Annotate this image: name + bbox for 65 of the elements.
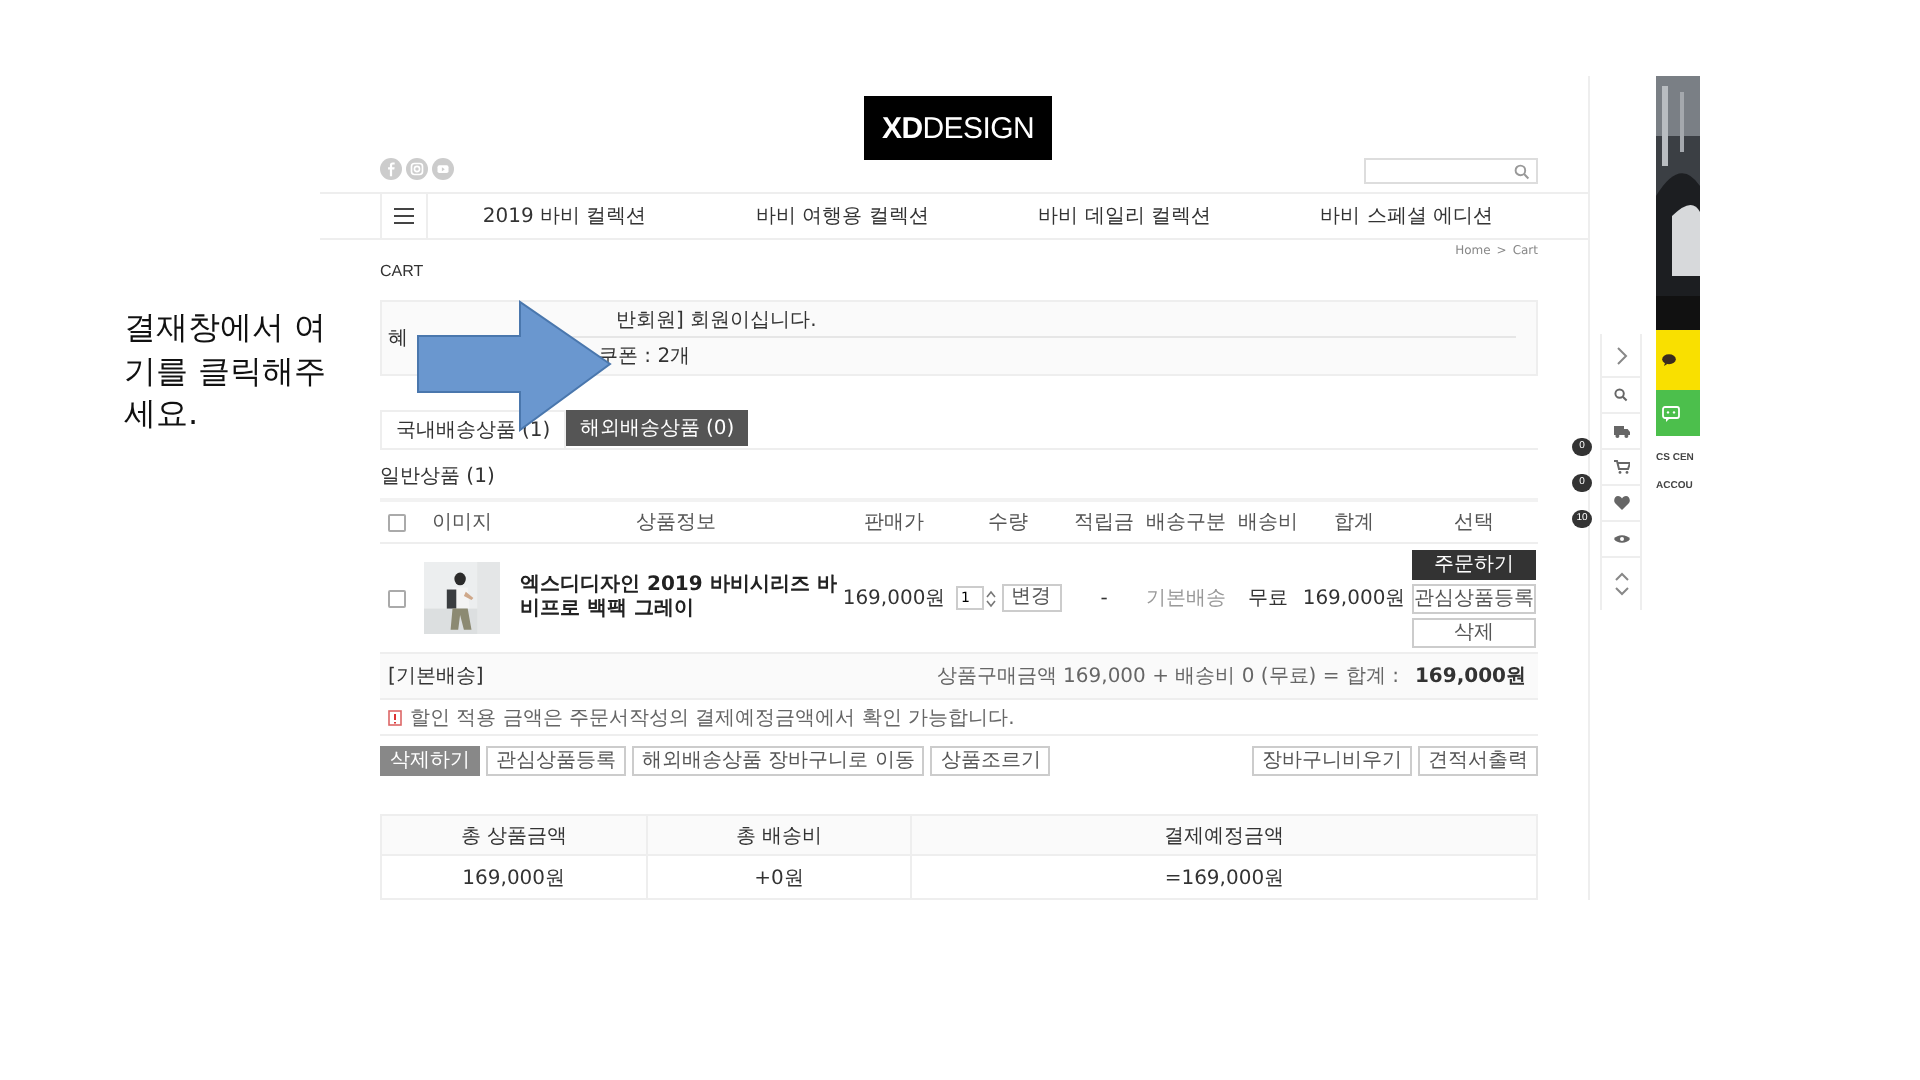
search-field[interactable]	[1364, 158, 1538, 184]
summary-value: =169,000원	[1164, 865, 1285, 891]
talk-banner[interactable]	[1656, 390, 1700, 436]
subtotal-amount: 169,000원	[1414, 664, 1526, 690]
delivery-group-label: [기본배송]	[388, 664, 484, 690]
price-text: 169,000원	[842, 586, 946, 612]
summary-header: 결제예정금액	[1164, 823, 1285, 849]
row-checkbox[interactable]	[387, 589, 405, 607]
nav-link[interactable]: 바비 여행용 컬렉션	[755, 202, 929, 230]
cart-action-button[interactable]: 장바구니비우기	[1252, 746, 1412, 776]
column-header: 상품정보	[636, 510, 716, 536]
eye-icon[interactable]	[1613, 534, 1629, 544]
row-action-button[interactable]: 관심상품등록	[1412, 583, 1536, 613]
cart-icon[interactable]	[1613, 460, 1629, 474]
column-header: 선택	[1454, 510, 1494, 536]
column-header: 판매가	[864, 510, 924, 536]
cart-action-button[interactable]: 해외배송상품 장바구니로 이동	[632, 746, 925, 776]
nav-link[interactable]: 2019 바비 컬렉션	[482, 202, 647, 230]
menu-button[interactable]	[380, 194, 428, 238]
chevron-right-icon[interactable]	[1615, 345, 1627, 365]
section-title: 일반상품 (1)	[380, 464, 497, 490]
nav-link[interactable]: 바비 스페셜 에디션	[1320, 202, 1494, 230]
column-header: 수량	[988, 510, 1028, 536]
delivery-tab[interactable]: 해외배송상품 (0)	[566, 410, 748, 446]
row-action-button[interactable]: 주문하기	[1412, 549, 1536, 579]
cart-action-button[interactable]: 관심상품등록	[486, 746, 626, 776]
summary-header: 총 배송비	[735, 823, 823, 849]
truck-icon[interactable]	[1613, 425, 1629, 437]
delivery-type: 기본배송	[1146, 586, 1226, 612]
summary-value: +0원	[754, 865, 804, 891]
column-header: 배송비	[1238, 510, 1298, 536]
select-all-checkbox[interactable]	[387, 513, 405, 531]
page-title: CART	[380, 262, 426, 280]
total-text: 169,000원	[1302, 586, 1406, 612]
column-header: 적립금	[1074, 510, 1134, 536]
column-header: 배송구분	[1146, 510, 1226, 536]
search-icon[interactable]	[1614, 388, 1628, 402]
chat-icon[interactable]	[1662, 405, 1680, 421]
heart-icon[interactable]	[1613, 496, 1629, 510]
speech-bubble-icon[interactable]	[1662, 354, 1676, 366]
search-icon[interactable]	[1514, 163, 1530, 179]
stepper-arrows-icon[interactable]	[985, 589, 995, 607]
member-text: 반회원] 회원이십니다.	[616, 307, 817, 333]
delivery-fee: 무료	[1248, 586, 1288, 612]
benefit-label: 혜	[388, 326, 408, 352]
cart-action-button[interactable]: 견적서출력	[1418, 746, 1538, 776]
nav-link[interactable]: 바비 데일리 컬렉션	[1038, 202, 1211, 230]
scroll-arrows-icon[interactable]	[1613, 570, 1629, 598]
chat-banner[interactable]	[1656, 330, 1700, 390]
alert-icon	[388, 709, 402, 725]
subtotal-formula: 상품구매금액 169,000 + 배송비 0 (무료) = 합계 :	[936, 664, 1399, 690]
menu-icon[interactable]	[394, 208, 414, 224]
change-button[interactable]: 변경	[1001, 584, 1061, 612]
summary-header: 총 상품금액	[460, 823, 567, 849]
summary-value: 169,000원	[462, 865, 566, 891]
cart-action-button[interactable]: 상품조르기	[930, 746, 1051, 776]
cart-action-button[interactable]: 삭제하기	[380, 746, 480, 776]
points-text: -	[1100, 587, 1108, 609]
brand-logo[interactable]: XDDESIGN	[864, 96, 1052, 160]
notice-text: 할인 적용 금액은 주문서작성의 결제예정금액에서 확인 가능합니다.	[410, 705, 1015, 731]
column-header: 이미지	[432, 510, 492, 536]
column-header: 합계	[1334, 510, 1374, 536]
product-name[interactable]: 엑스디디자인 2019 바비시리즈 바비프로 백팩 그레이	[520, 573, 840, 623]
row-action-button[interactable]: 삭제	[1412, 617, 1536, 647]
annotation-text: 결재창에서 여기를 클릭해주세요.	[124, 306, 329, 436]
